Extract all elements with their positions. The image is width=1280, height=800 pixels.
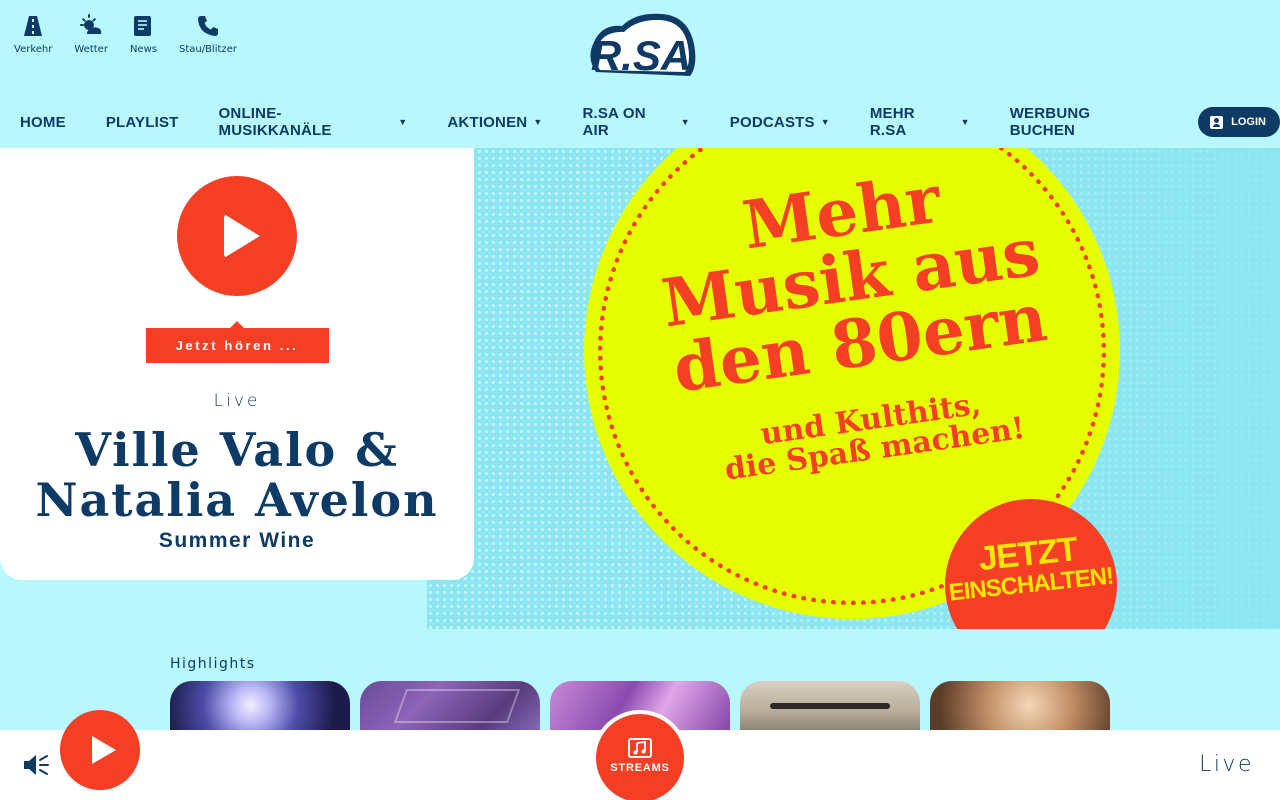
nav-label: PODCASTS [729, 113, 815, 131]
quick-link-label: News [129, 44, 157, 55]
caret-down-icon: ▼ [680, 117, 690, 127]
nav-label: PLAYLIST [105, 113, 179, 131]
volume-icon[interactable] [22, 752, 50, 778]
streams-button[interactable]: STREAMS [592, 710, 688, 800]
road-icon [24, 16, 43, 36]
nav-aktionen[interactable]: AKTIONEN ▼ [427, 114, 562, 131]
nav-podcasts[interactable]: PODCASTS ▼ [710, 114, 850, 131]
phone-icon [197, 16, 218, 36]
main-nav: HOME PLAYLIST ONLINE-MUSIKKANÄLE ▼ AKTION… [0, 105, 1280, 139]
quick-link-wetter[interactable]: Wetter [74, 14, 108, 55]
artist-name: Ville Valo & Natalia Avelon [35, 423, 439, 527]
login-label: LOGIN [1231, 116, 1266, 128]
nav-label: R.SA ON AIR [582, 105, 646, 139]
nav-mehr-rsa[interactable]: MEHR R.SA ▼ [850, 105, 990, 139]
caret-down-icon: ▼ [533, 117, 543, 127]
nav-home[interactable]: HOME [0, 114, 86, 131]
nav-label: WERBUNG BUCHEN [1009, 105, 1091, 139]
nav-werbung-buchen[interactable]: WERBUNG BUCHEN [990, 105, 1178, 139]
news-icon [134, 16, 152, 36]
music-note-icon [628, 738, 652, 758]
caret-down-icon: ▼ [820, 117, 830, 127]
weather-icon [80, 14, 102, 34]
nav-label: MEHR R.SA [869, 105, 915, 139]
streams-label: STREAMS [610, 762, 670, 774]
nav-label: ONLINE-MUSIKKANÄLE [218, 105, 332, 139]
quick-link-label: Wetter [74, 44, 108, 55]
caret-down-icon: ▼ [398, 117, 408, 127]
quick-link-news[interactable]: News [130, 14, 157, 55]
user-icon [1210, 115, 1224, 129]
nav-playlist[interactable]: PLAYLIST [86, 114, 199, 131]
quick-link-stau-blitzer[interactable]: Stau/Blitzer [179, 14, 237, 55]
nav-online-musikkanaele[interactable]: ONLINE-MUSIKKANÄLE ▼ [199, 105, 428, 139]
quick-links: Verkehr Wetter News Stau/Blitzer [14, 14, 237, 55]
hero-banner[interactable]: Mehr Musik aus den 80ern und Kulthits, d… [427, 148, 1280, 629]
listen-now-button[interactable]: Jetzt hören ... [145, 321, 329, 363]
cta-line-2: EINSCHALTEN! [947, 562, 1115, 607]
bottom-live-label: Live [1199, 752, 1254, 777]
quick-link-verkehr[interactable]: Verkehr [14, 14, 52, 55]
now-playing-card: Jetzt hören ... Live Ville Valo & Natali… [0, 148, 474, 580]
play-button[interactable] [177, 176, 297, 296]
quick-link-label: Stau/Blitzer [178, 44, 237, 55]
live-label: Live [213, 391, 261, 411]
bottom-play-button[interactable] [60, 710, 140, 790]
login-button[interactable]: LOGIN [1198, 107, 1280, 137]
nav-label: HOME [20, 113, 66, 131]
logo-text: R.SA [591, 32, 691, 79]
quick-link-label: Verkehr [14, 44, 53, 55]
rsa-logo[interactable]: R.SA [584, 10, 698, 82]
caret-down-icon: ▼ [960, 117, 970, 127]
song-title: Summer Wine [158, 529, 316, 552]
nav-rsa-on-air[interactable]: R.SA ON AIR ▼ [562, 105, 709, 139]
nav-label: AKTIONEN [447, 113, 528, 131]
highlights-title: Highlights [170, 656, 256, 672]
